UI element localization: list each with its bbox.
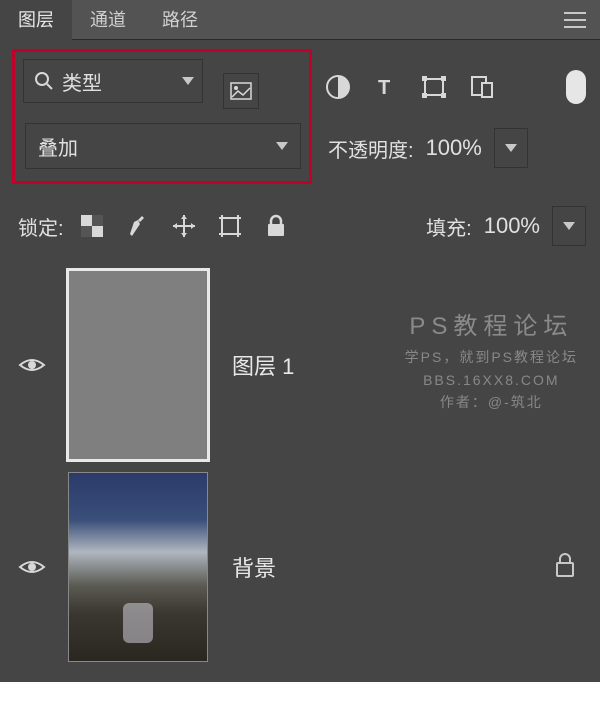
highlight-annotation: 类型 叠加 [12,49,312,184]
panel-tabs: 图层 通道 路径 [0,0,600,40]
layer-thumbnail[interactable] [68,472,208,662]
lock-pixels-icon[interactable] [120,208,156,244]
filter-smartobject-icon[interactable] [464,69,500,105]
opacity-label: 不透明度: [328,134,414,163]
lock-transparency-icon[interactable] [74,208,110,244]
lock-all-icon[interactable] [258,208,294,244]
filter-type-label: 类型 [62,67,102,96]
photo-preview [69,473,207,661]
svg-text:T: T [378,77,390,98]
layer-item-background[interactable]: 背景 [14,466,586,668]
filter-shape-icon[interactable] [416,69,452,105]
blend-mode-value: 叠加 [38,132,78,161]
filter-pixel-icon[interactable] [223,73,259,109]
panel-menu-icon[interactable] [564,12,586,28]
chevron-down-icon [182,77,194,85]
layer-name[interactable]: 图层 1 [232,349,294,381]
filter-icons-row: T [320,69,586,105]
blend-mode-select[interactable]: 叠加 [25,123,301,169]
opacity-row: 不透明度: 100% [328,125,586,171]
layer-thumbnail[interactable] [68,270,208,460]
visibility-toggle-icon[interactable] [14,557,50,577]
lock-label: 锁定: [18,212,64,241]
tab-channels[interactable]: 通道 [72,0,144,40]
filter-text-icon[interactable]: T [368,69,404,105]
layer-name[interactable]: 背景 [232,551,276,583]
lock-position-icon[interactable] [166,208,202,244]
tab-paths[interactable]: 路径 [144,0,216,40]
lock-row: 锁定: 填充: 100% [0,194,600,258]
tab-layers[interactable]: 图层 [0,0,72,40]
opacity-dropdown[interactable] [494,128,528,168]
chevron-down-icon [505,144,517,152]
lock-artboard-icon[interactable] [212,208,248,244]
fill-label: 填充: [426,212,472,241]
filter-toggle-icon[interactable] [566,70,586,104]
chevron-down-icon [563,222,575,230]
layers-list: PS教程论坛 学PS，就到PS教程论坛 BBS.16XX8.COM 作者：@-筑… [0,258,600,682]
layer-item-1[interactable]: 图层 1 [14,264,586,466]
blend-row-inner: 叠加 [23,123,301,169]
filter-adjustment-icon[interactable] [320,69,356,105]
filter-row: 类型 [23,59,301,123]
search-icon [34,71,54,91]
panel-content: 类型 叠加 [0,40,600,682]
filter-type-select[interactable]: 类型 [23,59,203,103]
opacity-value[interactable]: 100% [420,133,488,163]
lock-icon[interactable] [554,552,576,583]
chevron-down-icon [276,142,288,150]
filter-and-icons-row: 类型 叠加 [0,49,600,194]
layers-panel: 图层 通道 路径 类型 [0,0,600,682]
fill-value[interactable]: 100% [478,211,546,241]
visibility-toggle-icon[interactable] [14,355,50,375]
fill-dropdown[interactable] [552,206,586,246]
